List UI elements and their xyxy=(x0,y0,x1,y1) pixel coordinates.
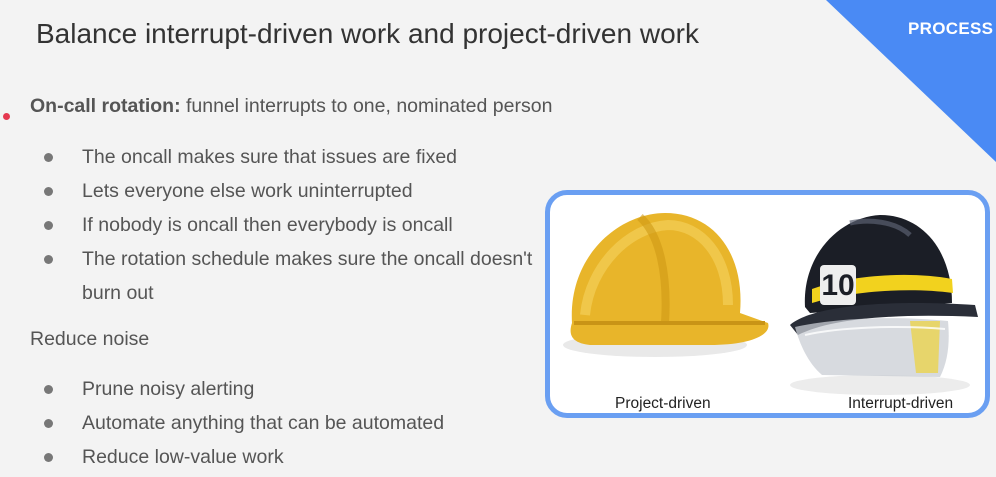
pointer-dot xyxy=(3,113,10,120)
bullet-icon xyxy=(44,221,53,230)
subheading: Reduce noise xyxy=(30,328,150,350)
lead-text: funnel interrupts to one, nominated pers… xyxy=(180,95,553,117)
bullet-icon xyxy=(44,453,53,462)
interrupt-driven-caption: Interrupt-driven xyxy=(848,395,953,412)
helmets-photo: 10 Project-driven Interrupt-driven xyxy=(545,190,990,418)
slide: PROCESS Balance interrupt-driven work an… xyxy=(0,0,996,477)
bullet-text: Lets everyone else work uninterrupted xyxy=(82,180,413,202)
bullet-icon xyxy=(44,419,53,428)
bullet-icon xyxy=(44,255,53,264)
list-item: The rotation schedule makes sure the onc… xyxy=(40,242,540,310)
bullet-text: If nobody is oncall then everybody is on… xyxy=(82,214,453,236)
list-item: Reduce low-value work xyxy=(40,440,444,474)
slide-title: Balance interrupt-driven work and projec… xyxy=(36,18,699,49)
list-item: If nobody is oncall then everybody is on… xyxy=(40,208,540,242)
bullet-text: Prune noisy alerting xyxy=(82,378,255,400)
list-item: The oncall makes sure that issues are fi… xyxy=(40,140,540,174)
bullet-icon xyxy=(44,187,53,196)
bullet-icon xyxy=(44,153,53,162)
list-item: Prune noisy alerting xyxy=(40,372,444,406)
project-driven-caption: Project-driven xyxy=(615,395,711,412)
helmet-number: 10 xyxy=(821,269,854,302)
bullet-text: The rotation schedule makes sure the onc… xyxy=(82,248,533,304)
process-tag: PROCESS xyxy=(908,19,994,38)
lead-bold: On-call rotation: xyxy=(30,95,181,117)
hard-hat-icon xyxy=(563,213,769,357)
helmets-illustration: 10 Project-driven Interrupt-driven xyxy=(563,213,978,412)
list-item: Lets everyone else work uninterrupted xyxy=(40,174,540,208)
bullet-text: Automate anything that can be automated xyxy=(82,412,445,434)
lead-line: On-call rotation: funnel interrupts to o… xyxy=(30,95,552,118)
noise-bullet-list: Prune noisy alerting Automate anything t… xyxy=(40,372,444,474)
bullet-text: The oncall makes sure that issues are fi… xyxy=(82,146,458,168)
bullet-icon xyxy=(44,385,53,394)
oncall-bullet-list: The oncall makes sure that issues are fi… xyxy=(40,140,540,310)
bullet-text: Reduce low-value work xyxy=(82,446,284,468)
list-item: Automate anything that can be automated xyxy=(40,406,444,440)
fire-helmet-icon: 10 xyxy=(790,215,978,395)
